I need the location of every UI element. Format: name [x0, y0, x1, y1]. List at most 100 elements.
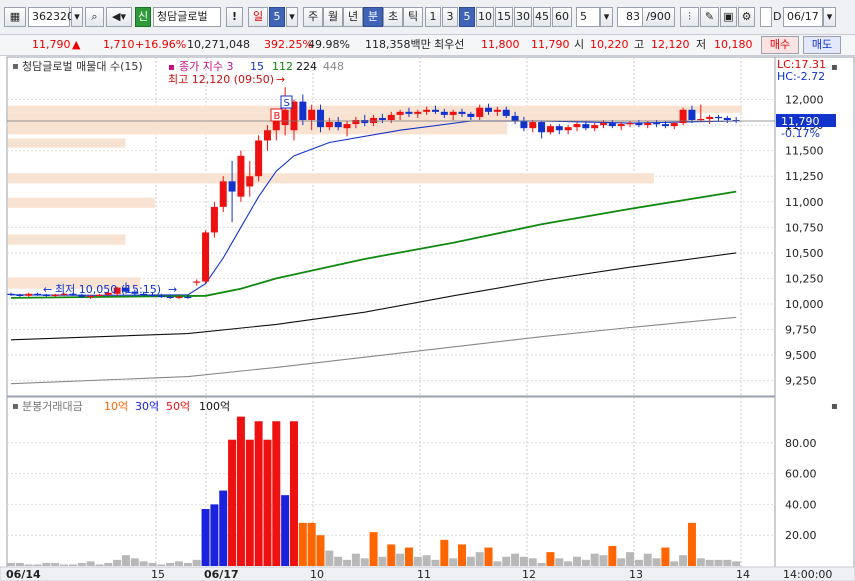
volume-bar [219, 490, 228, 566]
volume-bar [86, 561, 95, 566]
volume-bar [502, 556, 511, 566]
volume-bar [458, 544, 467, 566]
price-chart[interactable]: 12,00011,75011,50011,25011,00010,75010,5… [0, 0, 855, 581]
x-tick-label: 11 [417, 568, 431, 581]
volume-legend-2: 50억 [166, 400, 190, 413]
volume-bar [33, 564, 42, 566]
candle-body [644, 123, 652, 126]
ma-legend-label: 종가 지수 3 [179, 60, 233, 73]
y-tick-label: 11,500 [785, 145, 824, 158]
candle-body [617, 124, 625, 127]
candle-body [193, 281, 201, 283]
y-tick-label: 9,750 [785, 324, 817, 337]
volume-y-tick-label: 40.00 [785, 498, 817, 511]
volume-bar [670, 561, 679, 566]
y-tick-label: 9,500 [785, 349, 817, 362]
y-tick-label: 10,750 [785, 221, 824, 234]
candle-body [529, 122, 537, 129]
candle-body [449, 111, 457, 115]
y-tick-label: 10,250 [785, 272, 824, 285]
volume-profile-bar [8, 138, 126, 148]
candle-body [591, 125, 599, 129]
candle-body [538, 122, 546, 133]
volume-bar [281, 495, 290, 566]
volume-y-tick-label: 60.00 [785, 468, 817, 481]
candle-body [502, 109, 510, 116]
candle-body [653, 123, 661, 125]
volume-bar [493, 561, 502, 566]
candle-body [219, 181, 227, 207]
y-tick-label: 12,000 [785, 94, 824, 107]
volume-bar [714, 559, 723, 566]
candle-body [361, 120, 369, 124]
volume-legend-1: 30억 [135, 400, 159, 413]
volume-title: 분봉거래대금 [22, 400, 83, 413]
volume-bar [245, 439, 254, 566]
ma-period-112: 112 [272, 60, 293, 73]
candle-body [493, 109, 501, 112]
candle-body [184, 296, 192, 299]
candle-body [317, 109, 325, 128]
candle-body [210, 206, 218, 233]
candle-body [511, 115, 519, 122]
volume-bar [263, 439, 272, 566]
candle-body [723, 117, 731, 120]
volume-bar [519, 556, 528, 566]
candle-body [573, 124, 581, 128]
candle-body [299, 101, 307, 120]
candle-body [405, 111, 413, 114]
x-tick-label: 15 [151, 568, 165, 581]
high-annotation: 최고 12,120 (09:50) [168, 73, 274, 86]
low-arrow-left-icon: ← [43, 283, 52, 296]
volume-y-tick-label: 20.00 [785, 529, 817, 542]
candle-body [281, 109, 289, 126]
volume-bar [210, 504, 219, 566]
x-tick-label: 06/14 [6, 568, 41, 581]
volume-bar [643, 553, 652, 566]
volume-bar [236, 416, 245, 566]
volume-bar [608, 545, 617, 566]
candle-body [378, 117, 386, 120]
candle-body [688, 109, 696, 120]
volume-bar [652, 558, 661, 566]
candle-body [608, 123, 616, 127]
candle-body [670, 123, 678, 127]
volume-bar [272, 421, 281, 566]
candle-body [423, 109, 431, 112]
candle-body [414, 111, 422, 114]
candle-body [485, 107, 493, 112]
candle-body [706, 116, 714, 119]
volume-bar [298, 522, 307, 566]
volume-panel [6, 396, 776, 569]
volume-legend-3: 100억 [199, 400, 230, 413]
candle-body [661, 124, 669, 127]
volume-bar [360, 558, 369, 566]
x-tick-label: 12 [522, 568, 536, 581]
volume-bar [396, 553, 405, 566]
volume-expand-icon: ▪ [831, 401, 838, 412]
volume-bar [183, 562, 192, 566]
volume-bar [316, 535, 325, 566]
candle-body [555, 126, 563, 131]
volume-bar [24, 564, 33, 566]
volume-bar [7, 562, 15, 566]
candle-body [166, 296, 174, 299]
low-arrow-icon: → [168, 283, 177, 296]
volume-bar [511, 553, 520, 566]
candle-body [582, 124, 590, 129]
x-tick-label: 13 [629, 568, 643, 581]
y-tick-label: 10,000 [785, 298, 824, 311]
buy-signal-label: B [274, 111, 281, 122]
volume-bar [634, 559, 643, 566]
volume-bar [166, 562, 175, 566]
volume-bar [484, 547, 493, 566]
volume-bar [687, 522, 696, 566]
volume-bar [590, 553, 599, 566]
volume-y-tick-label: 80.00 [785, 437, 817, 450]
volume-bar [60, 564, 69, 566]
volume-bar [307, 522, 316, 566]
volume-bar [15, 562, 24, 566]
candle-body [458, 111, 466, 114]
volume-bar [723, 559, 732, 566]
volume-bar [466, 556, 475, 566]
